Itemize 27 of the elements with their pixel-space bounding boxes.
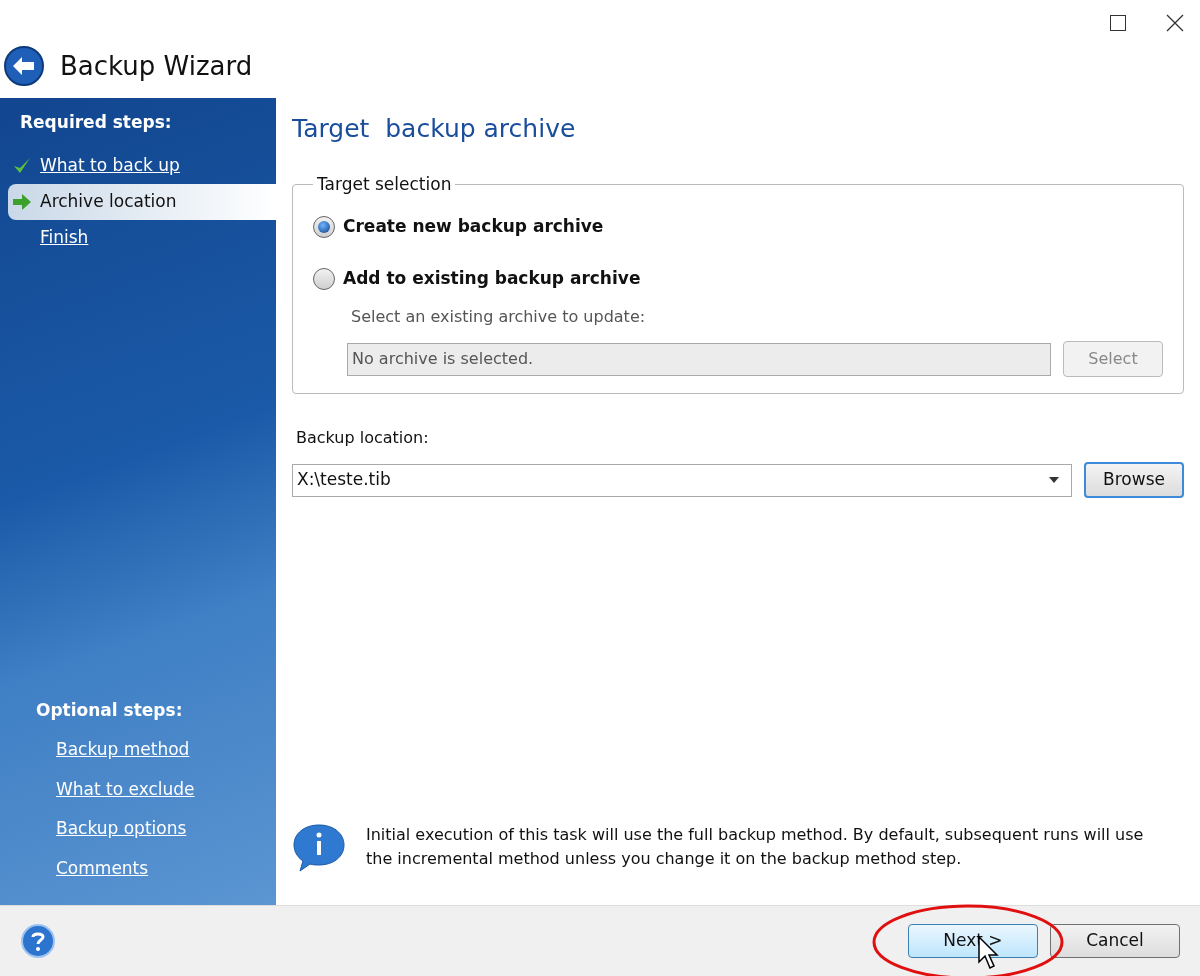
- close-icon[interactable]: [1166, 14, 1184, 32]
- sidebar-link[interactable]: Backup method: [36, 737, 276, 763]
- arrow-icon: [12, 192, 32, 211]
- field-label: Backup location:: [295, 427, 430, 449]
- browse-button[interactable]: Browse: [1084, 462, 1184, 498]
- help-icon[interactable]: [20, 923, 56, 959]
- group-legend: Target selection: [313, 171, 456, 197]
- maximize-icon[interactable]: [1110, 15, 1126, 31]
- sidebar-step[interactable]: Finish: [8, 219, 268, 256]
- window-title: Backup Wizard: [60, 49, 253, 83]
- radio-button[interactable]: [313, 216, 335, 238]
- hint-text: Select an existing archive to update:: [350, 306, 647, 328]
- info-message: Initial execution of this task will use the full backup method. By default, subsequent runs will use the incremental method unless you change it on the backup method step.: [366, 824, 1145, 870]
- location-dropdown[interactable]: X:\teste.tib: [292, 463, 1072, 497]
- footer-button[interactable]: Cancel: [1050, 924, 1180, 958]
- sidebar-step[interactable]: Archive location: [8, 183, 276, 220]
- caret-icon: [1049, 477, 1059, 483]
- sidebar-heading: Required steps:: [19, 111, 173, 134]
- radio-option[interactable]: Add to existing backup archive: [313, 253, 1163, 305]
- info-icon: [292, 823, 346, 873]
- sidebar-link[interactable]: What to exclude: [36, 776, 276, 802]
- radio-button[interactable]: [313, 268, 335, 290]
- sidebar-heading: Optional steps:: [36, 698, 184, 722]
- page-title: Target backup archive: [292, 113, 577, 145]
- radio-option[interactable]: Create new backup archive: [313, 201, 1163, 253]
- sidebar-link[interactable]: Backup options: [36, 816, 276, 842]
- sidebar-step[interactable]: What to back up: [8, 147, 268, 184]
